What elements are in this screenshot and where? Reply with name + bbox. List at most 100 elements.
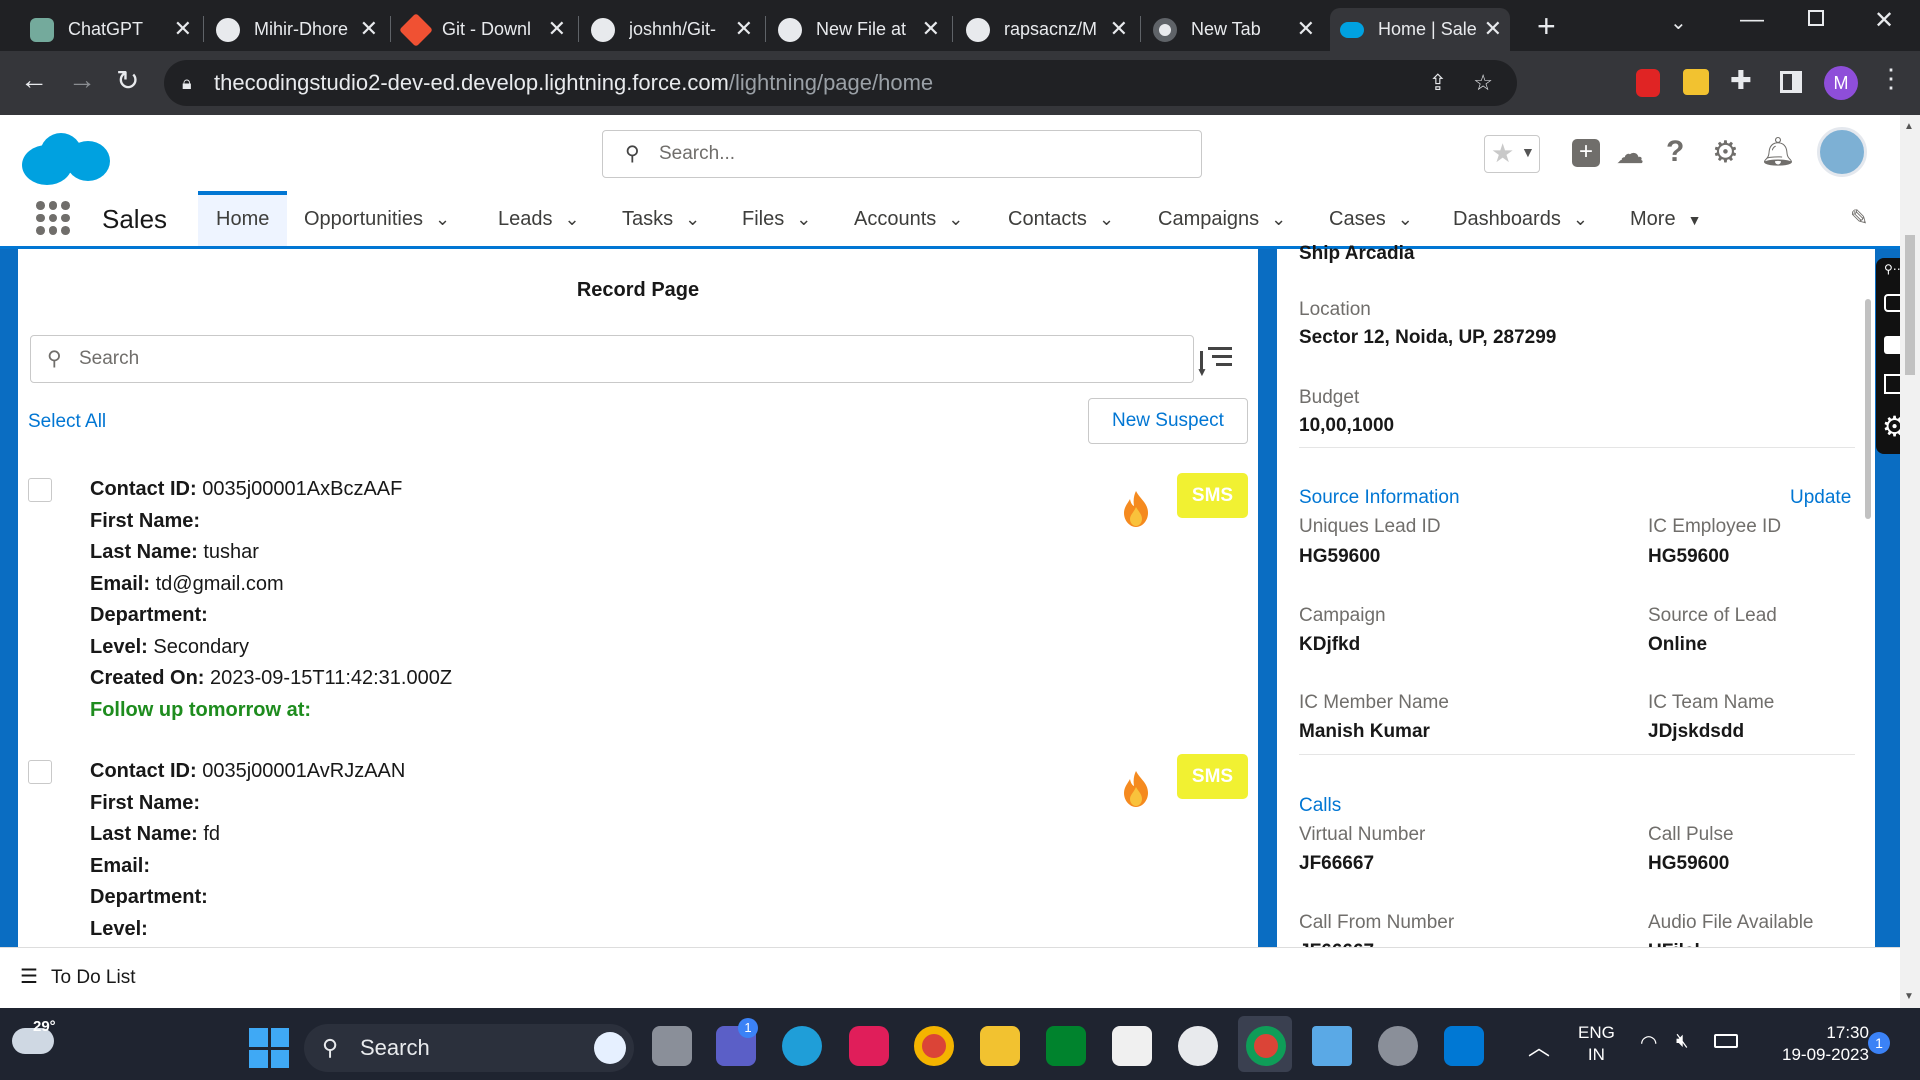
close-tab-icon[interactable]: ✕ xyxy=(360,16,378,42)
menu-dots-icon[interactable]: ⋮ xyxy=(1878,63,1904,94)
slack-icon[interactable] xyxy=(849,1026,889,1066)
tray-chevron-up-icon[interactable]: ︿ xyxy=(1528,1030,1550,1062)
global-actions-icon[interactable]: + xyxy=(1572,139,1600,167)
close-tab-icon[interactable]: ✕ xyxy=(1484,16,1502,42)
record-checkbox[interactable] xyxy=(28,478,52,502)
share-icon[interactable]: ⇪ xyxy=(1429,60,1447,106)
notepad-icon[interactable] xyxy=(1312,1026,1352,1066)
nav-tasks[interactable]: Tasks ⌄ xyxy=(622,191,700,246)
salesforce-logo[interactable] xyxy=(22,127,110,187)
chevron-down-icon[interactable]: ⌄ xyxy=(565,191,580,247)
source-information-section[interactable]: Source Information xyxy=(1299,487,1460,509)
url-bar[interactable]: 🔒︎ thecodingstudio2-dev-ed.develop.light… xyxy=(164,60,1517,106)
file-explorer-icon[interactable] xyxy=(980,1026,1020,1066)
restore-icon[interactable] xyxy=(1808,10,1824,26)
chevron-down-icon[interactable]: ⌄ xyxy=(1398,191,1413,247)
chevron-down-icon[interactable]: ⌄ xyxy=(1271,191,1286,247)
nav-contacts[interactable]: Contacts ⌄ xyxy=(1008,191,1114,246)
chrome-profile-icon[interactable] xyxy=(1246,1026,1286,1066)
back-icon[interactable]: ← xyxy=(20,64,48,96)
close-tab-icon[interactable]: ✕ xyxy=(1110,16,1128,42)
chevron-down-icon[interactable]: ⌄ xyxy=(435,191,450,247)
language-indicator[interactable]: ENG IN xyxy=(1578,1022,1615,1066)
nav-accounts[interactable]: Accounts ⌄ xyxy=(854,191,963,246)
setup-gear-icon[interactable]: ⚙ xyxy=(1712,135,1739,170)
edge-icon[interactable] xyxy=(782,1026,822,1066)
calls-section[interactable]: Calls xyxy=(1299,795,1341,817)
windows-start-icon[interactable] xyxy=(249,1028,289,1068)
tab-joshnh[interactable]: joshnh/Git- ✕ xyxy=(581,8,761,51)
chevron-down-icon[interactable]: ⌄ xyxy=(685,191,700,247)
tab-chatgpt[interactable]: ChatGPT ✕ xyxy=(20,8,200,51)
nav-files[interactable]: Files ⌄ xyxy=(742,191,811,246)
trailhead-icon[interactable]: ☁ xyxy=(1616,137,1644,170)
mute-icon[interactable]: 🔇︎ xyxy=(1676,1030,1689,1053)
minimize-icon[interactable]: — xyxy=(1740,6,1764,34)
meet-icon[interactable] xyxy=(1046,1026,1086,1066)
edit-nav-pencil-icon[interactable]: ✎ xyxy=(1850,205,1868,231)
nav-home[interactable]: Home xyxy=(198,191,288,246)
tab-mihir[interactable]: Mihir-Dhore ✕ xyxy=(206,8,386,51)
battery-icon[interactable] xyxy=(1714,1034,1738,1048)
notification-badge[interactable]: 1 xyxy=(1868,1032,1890,1054)
extensions-puzzle-icon[interactable]: ✚ xyxy=(1730,65,1752,96)
new-tab-icon[interactable]: + xyxy=(1537,8,1556,45)
settings-gear-icon[interactable] xyxy=(1378,1026,1418,1066)
tab-home-sales[interactable]: Home | Sale ✕ xyxy=(1330,8,1510,51)
nav-dashboards[interactable]: Dashboards ⌄ xyxy=(1453,191,1588,246)
vscode-icon[interactable] xyxy=(1444,1026,1484,1066)
close-tab-icon[interactable]: ✕ xyxy=(548,16,566,42)
select-all-link[interactable]: Select All xyxy=(28,411,106,433)
sort-icon[interactable]: ▼ xyxy=(1196,345,1236,379)
record-search-input[interactable]: ⚲ Search xyxy=(30,335,1194,383)
clock[interactable]: 17:30 19-09-2023 xyxy=(1782,1022,1869,1066)
nav-more[interactable]: More ▼ xyxy=(1630,191,1701,246)
sms-button[interactable]: SMS xyxy=(1177,754,1248,799)
sms-button[interactable]: SMS xyxy=(1177,473,1248,518)
tab-rapsacnz[interactable]: rapsacnz/M ✕ xyxy=(956,8,1136,51)
to-do-list-button[interactable]: To Do List xyxy=(51,967,135,989)
close-tab-icon[interactable]: ✕ xyxy=(1297,16,1315,42)
chevron-down-icon[interactable]: ⌄ xyxy=(1573,191,1588,247)
sidepanel-icon[interactable] xyxy=(1780,71,1802,93)
close-tab-icon[interactable]: ✕ xyxy=(922,16,940,42)
chevron-down-icon[interactable]: ⌄ xyxy=(1670,10,1687,35)
page-scrollbar[interactable]: ▲ ▼ xyxy=(1900,115,1920,1008)
nav-campaigns[interactable]: Campaigns ⌄ xyxy=(1158,191,1286,246)
clock-app-icon[interactable] xyxy=(1178,1026,1218,1066)
panel-scrollbar[interactable] xyxy=(1865,299,1871,519)
tab-git[interactable]: Git - Downl ✕ xyxy=(394,8,574,51)
chrome-icon[interactable] xyxy=(914,1026,954,1066)
chevron-down-icon[interactable]: ⌄ xyxy=(796,191,811,247)
wifi-icon[interactable]: ◠ xyxy=(1640,1030,1657,1055)
close-tab-icon[interactable]: ✕ xyxy=(735,16,753,42)
profile-avatar[interactable]: M xyxy=(1824,66,1858,100)
notifications-bell-icon[interactable]: 🔔︎ xyxy=(1760,135,1796,168)
taskbar-search[interactable]: ⚲ Search xyxy=(304,1024,634,1072)
close-window-icon[interactable]: ✕ xyxy=(1874,6,1894,35)
nav-opportunities[interactable]: Opportunities ⌄ xyxy=(304,191,450,246)
update-link[interactable]: Update xyxy=(1790,487,1851,509)
forward-icon[interactable]: → xyxy=(68,64,96,96)
store-icon[interactable] xyxy=(1112,1026,1152,1066)
task-view-icon[interactable] xyxy=(652,1026,692,1066)
global-search-input[interactable]: ⚲ Search... xyxy=(602,130,1202,178)
extension-yellow-icon[interactable] xyxy=(1683,69,1709,95)
reload-icon[interactable]: ↻ xyxy=(116,64,139,97)
bing-icon[interactable] xyxy=(594,1032,626,1064)
help-icon[interactable]: ? xyxy=(1666,135,1684,169)
bookmark-star-icon[interactable]: ☆ xyxy=(1473,60,1493,106)
chevron-down-icon[interactable]: ⌄ xyxy=(1099,191,1114,247)
favorites-button[interactable]: ★ ▼ xyxy=(1484,135,1540,173)
chevron-down-icon[interactable]: ⌄ xyxy=(948,191,963,247)
close-tab-icon[interactable]: ✕ xyxy=(174,16,192,42)
nav-leads[interactable]: Leads ⌄ xyxy=(498,191,580,246)
nav-cases[interactable]: Cases ⌄ xyxy=(1329,191,1413,246)
tab-new-tab[interactable]: New Tab ✕ xyxy=(1143,8,1323,51)
user-avatar[interactable] xyxy=(1817,127,1867,177)
record-checkbox[interactable] xyxy=(28,760,52,784)
app-launcher-icon[interactable] xyxy=(36,201,70,235)
tab-new-file[interactable]: New File at ✕ xyxy=(768,8,948,51)
new-suspect-button[interactable]: New Suspect xyxy=(1088,398,1248,444)
caret-down-icon[interactable]: ▼ xyxy=(1688,192,1702,248)
